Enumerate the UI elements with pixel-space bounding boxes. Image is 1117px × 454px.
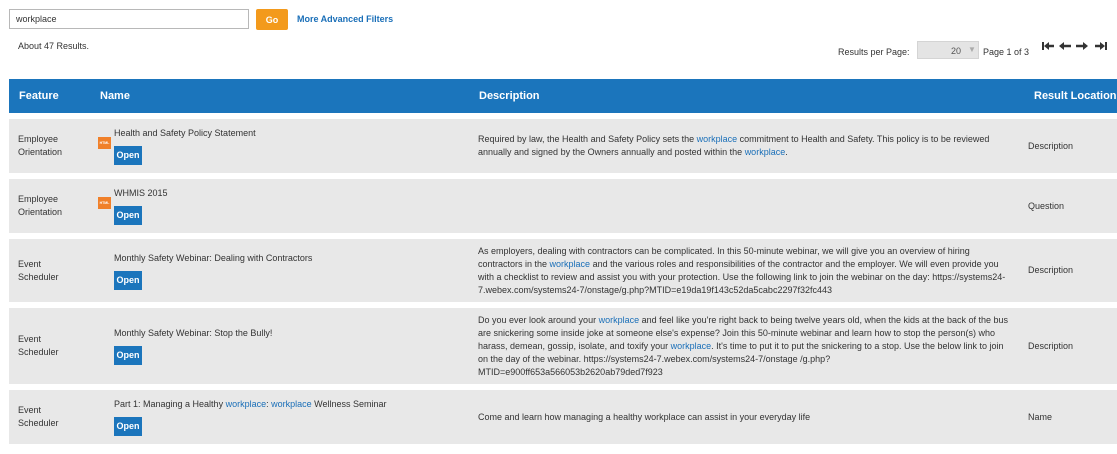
name-column-header: Name	[90, 79, 469, 113]
result-location-cell: Description	[1024, 308, 1117, 384]
title-text: Monthly Safety Webinar: Dealing with Con…	[114, 252, 313, 263]
feature-cell: Event Scheduler	[9, 239, 90, 302]
search-input[interactable]	[9, 9, 249, 29]
highlighted-term: workplace	[271, 399, 312, 409]
highlighted-term: workplace	[225, 399, 267, 409]
result-location-cell: Description	[1024, 119, 1117, 173]
results-table-body: Employee Orientation HTML Health and Safet…	[9, 119, 1117, 444]
description-text: Required by law, the Health and Safety P…	[478, 134, 697, 144]
highlighted-term: workplace	[744, 147, 786, 157]
result-count: About 47 Results.	[18, 41, 90, 51]
feature-cell: Employee Orientation	[9, 119, 90, 173]
title-text: Monthly Safety Webinar: Stop the Bully!	[114, 328, 273, 338]
open-button[interactable]: Open	[114, 417, 142, 436]
table-row: Event Scheduler Part 1: Managing a Health…	[9, 390, 1117, 444]
name-cell: Part 1: Managing a Healthy workplace: wo…	[90, 390, 469, 444]
chevron-down-icon: ▼	[968, 45, 976, 54]
result-location-cell: Name	[1024, 390, 1117, 444]
table-row: Employee Orientation HTML WHMIS 2015 Open Qu…	[9, 179, 1117, 233]
results-table: Feature Name Description Result Location…	[9, 73, 1117, 450]
title-text: Wellness Seminar	[311, 399, 387, 409]
go-button[interactable]: Go	[256, 9, 288, 30]
description-text: .	[785, 147, 788, 157]
description-cell	[469, 179, 1024, 233]
feature-cell: Employee Orientation	[9, 179, 90, 233]
title-text: WHMIS 2015	[114, 188, 168, 198]
pagination-controls	[1041, 40, 1111, 54]
result-location-cell: Description	[1024, 239, 1117, 302]
highlighted-term: workplace	[670, 340, 712, 351]
table-row: Employee Orientation HTML Health and Safet…	[9, 119, 1117, 173]
results-per-page-select[interactable]: 20 ▼	[917, 41, 979, 59]
item-title: Part 1: Managing a Healthy workplace: wo…	[114, 398, 461, 411]
name-cell: Monthly Safety Webinar: Dealing with Con…	[90, 239, 469, 302]
prev-page-icon[interactable]	[1059, 42, 1071, 50]
name-cell: Monthly Safety Webinar: Stop the Bully! O…	[90, 308, 469, 384]
highlighted-term: workplace	[696, 134, 738, 144]
open-button[interactable]: Open	[114, 346, 142, 365]
open-button[interactable]: Open	[114, 270, 142, 290]
item-title: Health and Safety Policy Statement	[114, 127, 461, 140]
open-button[interactable]: Open	[114, 146, 142, 165]
item-title: WHMIS 2015	[114, 187, 461, 200]
last-page-icon[interactable]	[1095, 42, 1107, 50]
table-row: Event Scheduler Monthly Safety Webinar: S…	[9, 308, 1117, 384]
results-per-page-value: 20	[951, 46, 962, 56]
results-per-page-label: Results per Page:	[838, 47, 910, 57]
result-location-cell: Question	[1024, 179, 1117, 233]
description-cell: Required by law, the Health and Safety P…	[469, 119, 1024, 173]
description-text: Do you ever look around your	[478, 314, 599, 325]
highlighted-term: workplace	[598, 314, 640, 325]
next-page-icon[interactable]	[1076, 42, 1088, 50]
open-button[interactable]: Open	[114, 206, 142, 225]
table-header-row: Feature Name Description Result Location	[9, 79, 1117, 113]
description-cell: As employers, dealing with contractors c…	[469, 239, 1024, 302]
title-text: Part 1: Managing a Healthy	[114, 399, 226, 409]
table-row: Event Scheduler Monthly Safety Webinar: D…	[9, 239, 1117, 302]
html-file-icon: HTML	[98, 197, 111, 209]
item-title: Monthly Safety Webinar: Dealing with Con…	[114, 252, 461, 265]
feature-cell: Event Scheduler	[9, 390, 90, 444]
name-cell: HTML Health and Safety Policy Statement Op…	[90, 119, 469, 173]
title-text: Health and Safety Policy Statement	[114, 128, 256, 138]
html-file-icon: HTML	[98, 137, 111, 149]
description-column-header: Description	[469, 79, 1024, 113]
name-cell: HTML WHMIS 2015 Open	[90, 179, 469, 233]
feature-column-header: Feature	[9, 79, 90, 113]
description-cell: Do you ever look around your workplace a…	[469, 308, 1024, 384]
description-text: Come and learn how managing a healthy wo…	[478, 411, 811, 422]
page-info: Page 1 of 3	[983, 47, 1030, 57]
highlighted-term: workplace	[549, 258, 591, 269]
feature-cell: Event Scheduler	[9, 308, 90, 384]
result-location-column-header: Result Location	[1024, 79, 1117, 113]
first-page-icon[interactable]	[1042, 42, 1054, 50]
more-advanced-filters-link[interactable]: More Advanced Filters	[297, 14, 393, 24]
description-cell: Come and learn how managing a healthy wo…	[469, 390, 1024, 444]
item-title: Monthly Safety Webinar: Stop the Bully!	[114, 327, 461, 340]
